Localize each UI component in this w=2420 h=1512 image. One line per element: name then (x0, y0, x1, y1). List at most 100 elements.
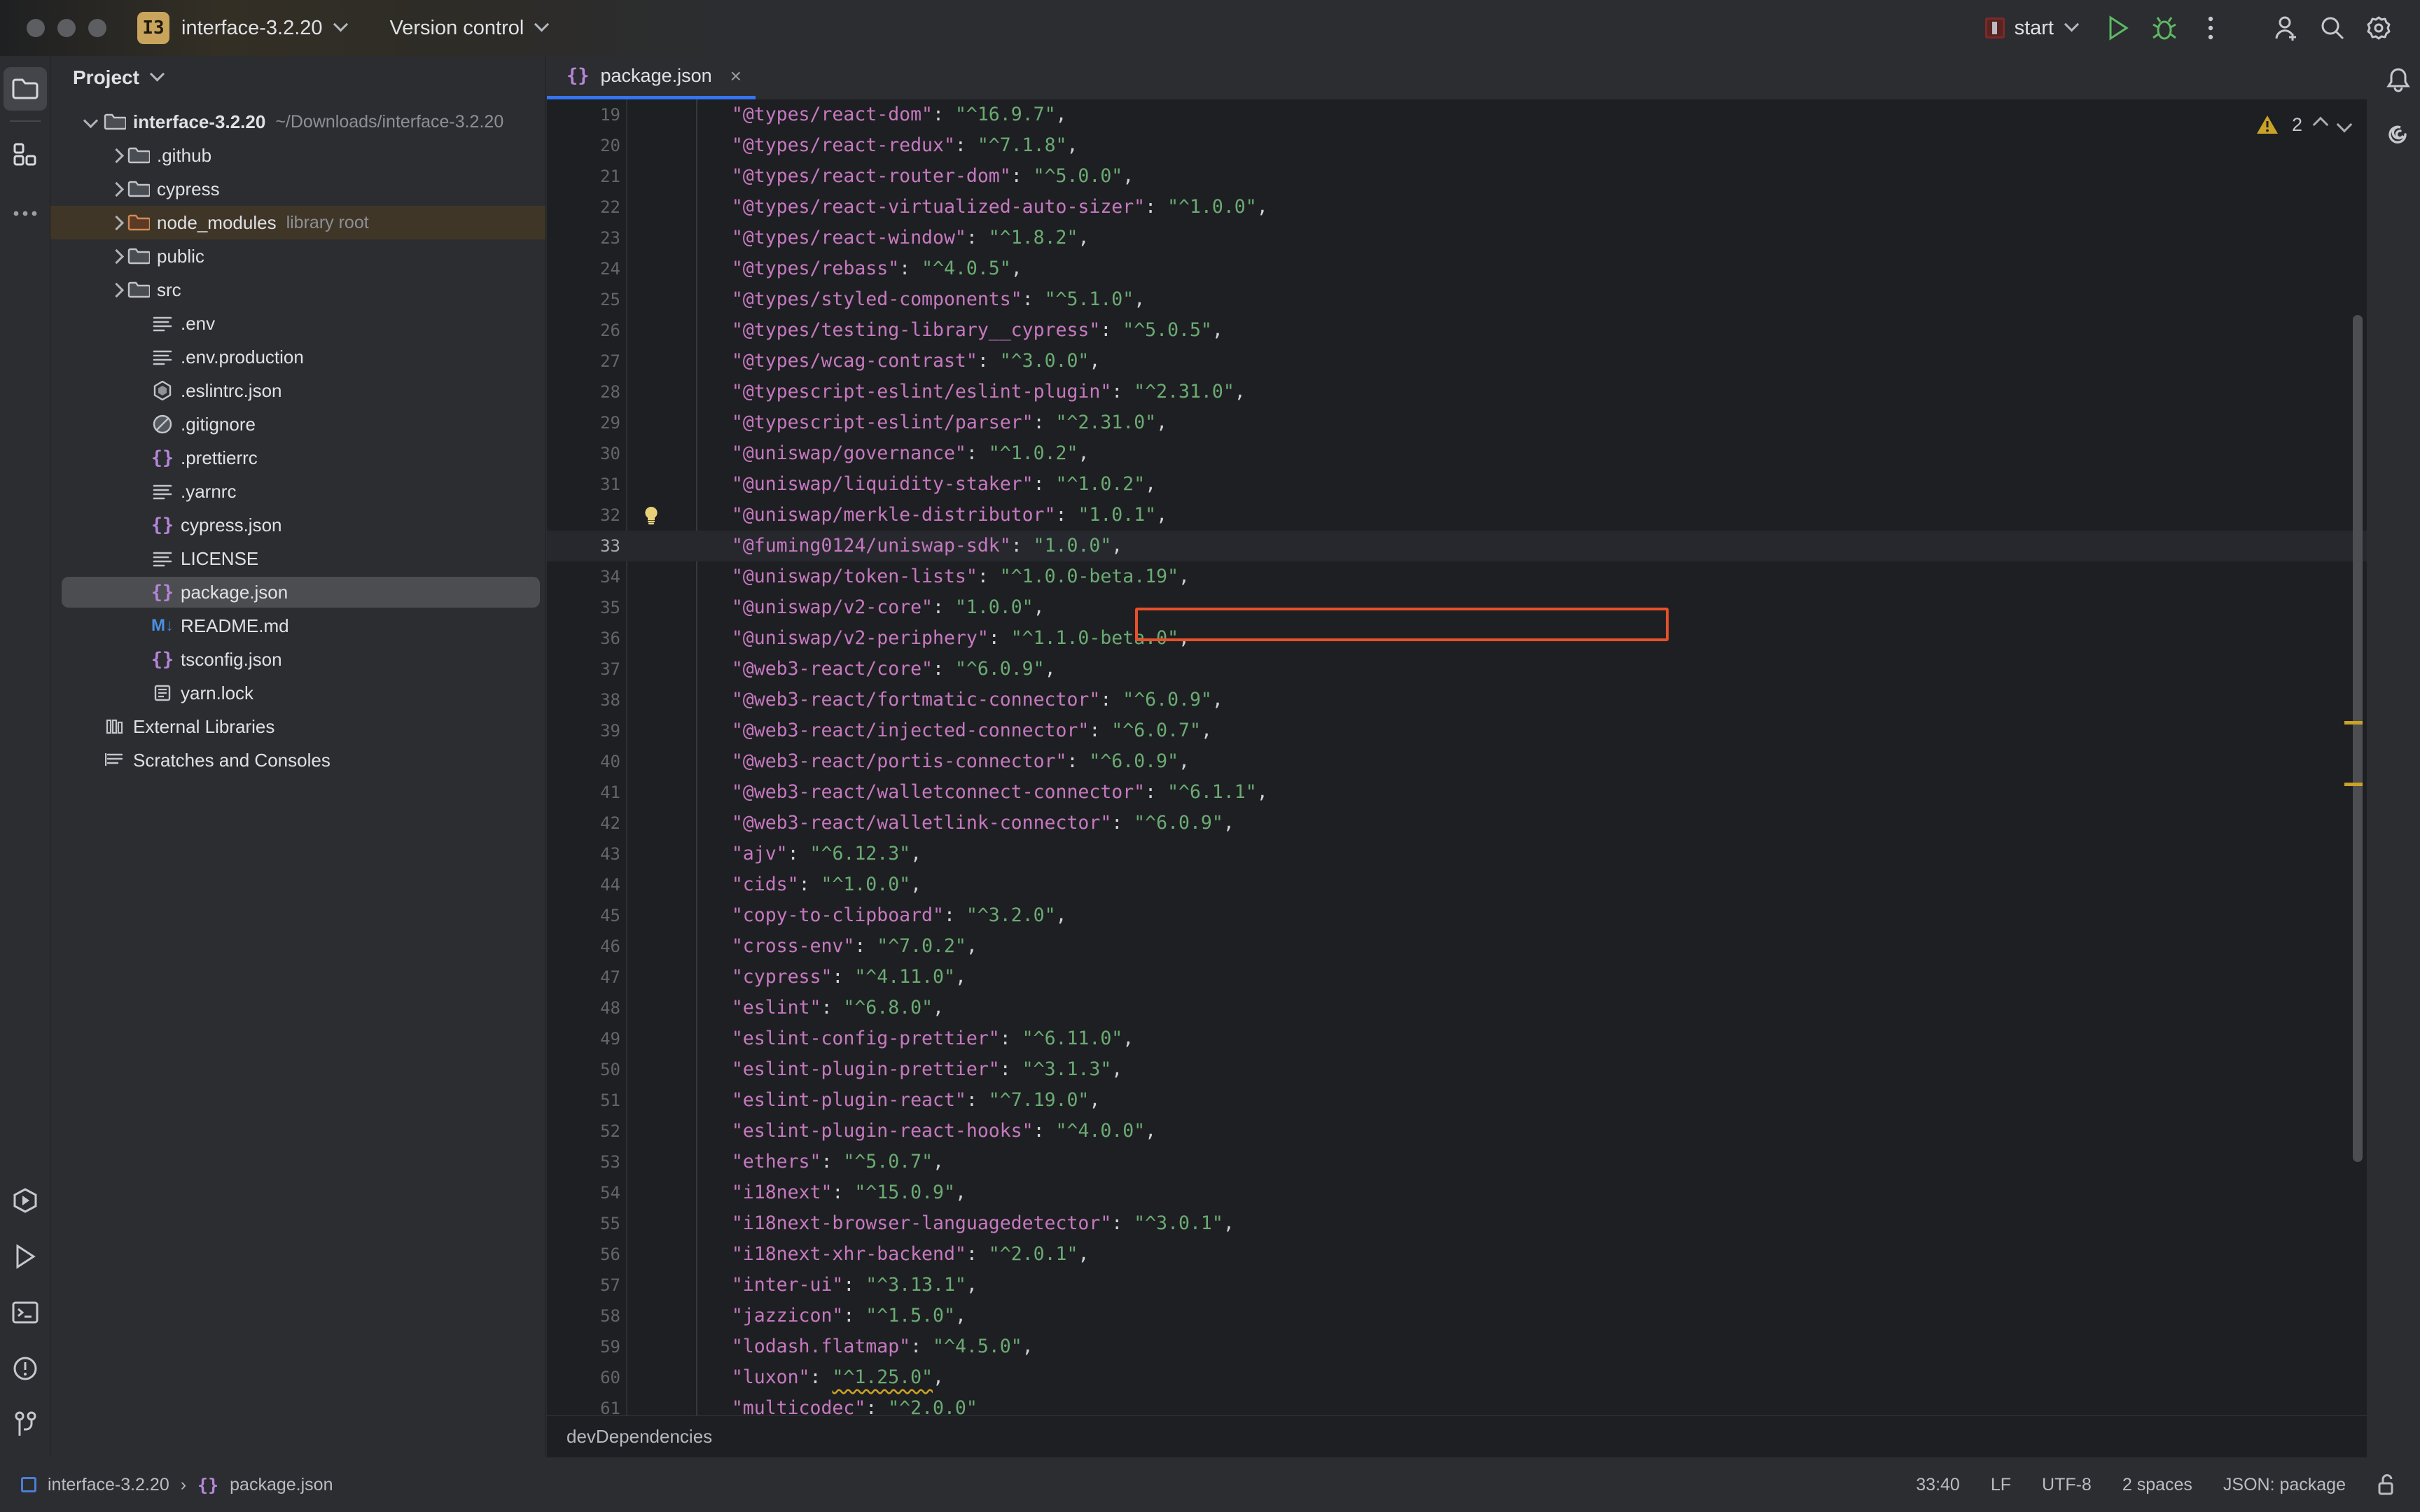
run-button[interactable] (2095, 5, 2141, 51)
tree-item-package-json[interactable]: {} package.json (50, 575, 545, 609)
status-project-label[interactable]: interface-3.2.20 (48, 1475, 169, 1495)
debug-button[interactable] (2141, 5, 2188, 51)
code-line[interactable]: 48 "eslint": "^6.8.0", (547, 993, 2420, 1023)
code-line[interactable]: 27 "@types/wcag-contrast": "^3.0.0", (547, 346, 2420, 377)
tree-item-readme-md[interactable]: M↓ README.md (50, 609, 545, 643)
code-line[interactable]: 43 "ajv": "^6.12.3", (547, 839, 2420, 869)
tree-item-src[interactable]: src (50, 273, 545, 307)
error-stripe-marker[interactable] (2344, 783, 2363, 786)
more-options-button[interactable] (2188, 5, 2234, 51)
tree-item-tsconfig-json[interactable]: {} tsconfig.json (50, 643, 545, 676)
code-line[interactable]: 25 "@types/styled-components": "^5.1.0", (547, 284, 2420, 315)
maximize-window-button[interactable] (88, 19, 106, 37)
code-line[interactable]: 45 "copy-to-clipboard": "^3.2.0", (547, 900, 2420, 931)
project-tree[interactable]: interface-3.2.20 ~/Downloads/interface-3.… (50, 99, 545, 777)
next-problem-icon[interactable] (2336, 116, 2353, 133)
code-line[interactable]: 56 "i18next-xhr-backend": "^2.0.1", (547, 1239, 2420, 1270)
inspection-widget[interactable]: 2 (2255, 104, 2353, 146)
code-line[interactable]: 54 "i18next": "^15.0.9", (547, 1177, 2420, 1208)
scrollbar-thumb[interactable] (2353, 315, 2363, 1162)
code-line[interactable]: 39 "@web3-react/injected-connector": "^6… (547, 715, 2420, 746)
chevron-right-icon[interactable] (106, 180, 125, 198)
code-line[interactable]: 40 "@web3-react/portis-connector": "^6.0… (547, 746, 2420, 777)
unlocked-icon[interactable] (2377, 1474, 2396, 1496)
code-line[interactable]: 58 "jazzicon": "^1.5.0", (547, 1301, 2420, 1331)
code-line[interactable]: 24 "@types/rebass": "^4.0.5", (547, 253, 2420, 284)
problems-icon[interactable] (4, 1347, 47, 1390)
tree-item--env-production[interactable]: .env.production (50, 340, 545, 374)
code-line[interactable]: 51 "eslint-plugin-react": "^7.19.0", (547, 1085, 2420, 1116)
code-line[interactable]: 42 "@web3-react/walletlink-connector": "… (547, 808, 2420, 839)
account-button[interactable] (2263, 5, 2309, 51)
tree-item--eslintrc-json[interactable]: .eslintrc.json (50, 374, 545, 407)
chevron-right-icon[interactable] (106, 146, 125, 164)
tree-item--env[interactable]: .env (50, 307, 545, 340)
code-line[interactable]: 41 "@web3-react/walletconnect-connector"… (547, 777, 2420, 808)
run-tool-window-icon[interactable] (4, 1235, 47, 1278)
version-control-menu[interactable]: Version control (378, 17, 550, 40)
ai-assistant-icon[interactable] (2384, 120, 2412, 148)
version-control-icon[interactable] (4, 1403, 47, 1446)
code-line[interactable]: 55 "i18next-browser-languagedetector": "… (547, 1208, 2420, 1239)
error-stripe-marker[interactable] (2344, 721, 2363, 724)
code-line[interactable]: 22 "@types/react-virtualized-auto-sizer"… (547, 192, 2420, 223)
code-editor[interactable]: 19 "@types/react-dom": "^16.9.7", 20 "@ty… (547, 99, 2420, 1415)
code-line[interactable]: 26 "@types/testing-library__cypress": "^… (547, 315, 2420, 346)
indent-setting[interactable]: 2 spaces (2122, 1475, 2192, 1495)
code-line[interactable]: 49 "eslint-config-prettier": "^6.11.0", (547, 1023, 2420, 1054)
terminal-icon[interactable] (4, 1291, 47, 1334)
tree-item-public[interactable]: public (50, 239, 545, 273)
editor-scrollbar[interactable] (2353, 84, 2363, 1260)
tree-item-scratches-and-consoles[interactable]: Scratches and Consoles (50, 743, 545, 777)
code-line[interactable]: 50 "eslint-plugin-prettier": "^3.1.3", (547, 1054, 2420, 1085)
code-line[interactable]: 20 "@types/react-redux": "^7.1.8", (547, 130, 2420, 161)
code-line[interactable]: 30 "@uniswap/governance": "^1.0.2", (547, 438, 2420, 469)
tab-package-json[interactable]: {} package.json × (547, 56, 756, 99)
tree-item-cypress[interactable]: cypress (50, 172, 545, 206)
code-line[interactable]: 29 "@typescript-eslint/parser": "^2.31.0… (547, 407, 2420, 438)
sidebar-item-structure[interactable] (4, 133, 47, 176)
tree-item--github[interactable]: .github (50, 139, 545, 172)
code-line[interactable]: 44 "cids": "^1.0.0", (547, 869, 2420, 900)
json-schema[interactable]: JSON: package (2223, 1475, 2346, 1495)
code-line[interactable]: 37 "@web3-react/core": "^6.0.9", (547, 654, 2420, 685)
line-separator[interactable]: LF (1991, 1475, 2011, 1495)
status-file-label[interactable]: package.json (230, 1475, 333, 1495)
code-line[interactable]: 47 "cypress": "^4.11.0", (547, 962, 2420, 993)
window-controls[interactable] (27, 19, 106, 37)
tree-item-node-modules[interactable]: node_modules library root (50, 206, 545, 239)
file-encoding[interactable]: UTF-8 (2042, 1475, 2092, 1495)
close-icon[interactable]: × (730, 65, 742, 88)
intention-bulb-icon[interactable] (641, 505, 661, 525)
code-line[interactable]: 38 "@web3-react/fortmatic-connector": "^… (547, 685, 2420, 715)
chevron-down-icon[interactable] (83, 113, 101, 131)
caret-position[interactable]: 33:40 (1916, 1475, 1960, 1495)
code-line[interactable]: 52 "eslint-plugin-react-hooks": "^4.0.0"… (547, 1116, 2420, 1147)
code-line[interactable]: 33 "@fuming0124/uniswap-sdk": "1.0.0", (547, 531, 2420, 561)
code-line[interactable]: 32 "@uniswap/merkle-distributor": "1.0.1… (547, 500, 2420, 531)
sidebar-item-project[interactable] (3, 67, 47, 111)
code-line[interactable]: 34 "@uniswap/token-lists": "^1.0.0-beta.… (547, 561, 2420, 592)
tree-item-cypress-json[interactable]: {} cypress.json (50, 508, 545, 542)
chevron-right-icon[interactable] (106, 281, 125, 299)
search-button[interactable] (2309, 5, 2356, 51)
code-line[interactable]: 31 "@uniswap/liquidity-staker": "^1.0.2"… (547, 469, 2420, 500)
tree-item-interface-3-2-20[interactable]: interface-3.2.20 ~/Downloads/interface-3.… (50, 105, 545, 139)
project-panel-header[interactable]: Project (50, 56, 545, 99)
run-anything-icon[interactable] (4, 1179, 47, 1222)
code-line[interactable]: 61 "multicodec": "^2.0.0" (547, 1393, 2420, 1415)
previous-problem-icon[interactable] (2312, 116, 2329, 133)
close-window-button[interactable] (27, 19, 45, 37)
chevron-right-icon[interactable] (106, 247, 125, 265)
code-line[interactable]: 60 "luxon": "^1.25.0", (547, 1362, 2420, 1393)
minimize-window-button[interactable] (57, 19, 76, 37)
tree-item-yarn-lock[interactable]: yarn.lock (50, 676, 545, 710)
settings-button[interactable] (2356, 5, 2402, 51)
code-line[interactable]: 21 "@types/react-router-dom": "^5.0.0", (547, 161, 2420, 192)
tree-item--gitignore[interactable]: .gitignore (50, 407, 545, 441)
sidebar-item-more[interactable] (4, 192, 47, 235)
code-line[interactable]: 46 "cross-env": "^7.0.2", (547, 931, 2420, 962)
code-line[interactable]: 28 "@typescript-eslint/eslint-plugin": "… (547, 377, 2420, 407)
run-configuration-selector[interactable]: start (1984, 17, 2080, 40)
tree-item--prettierrc[interactable]: {} .prettierrc (50, 441, 545, 475)
